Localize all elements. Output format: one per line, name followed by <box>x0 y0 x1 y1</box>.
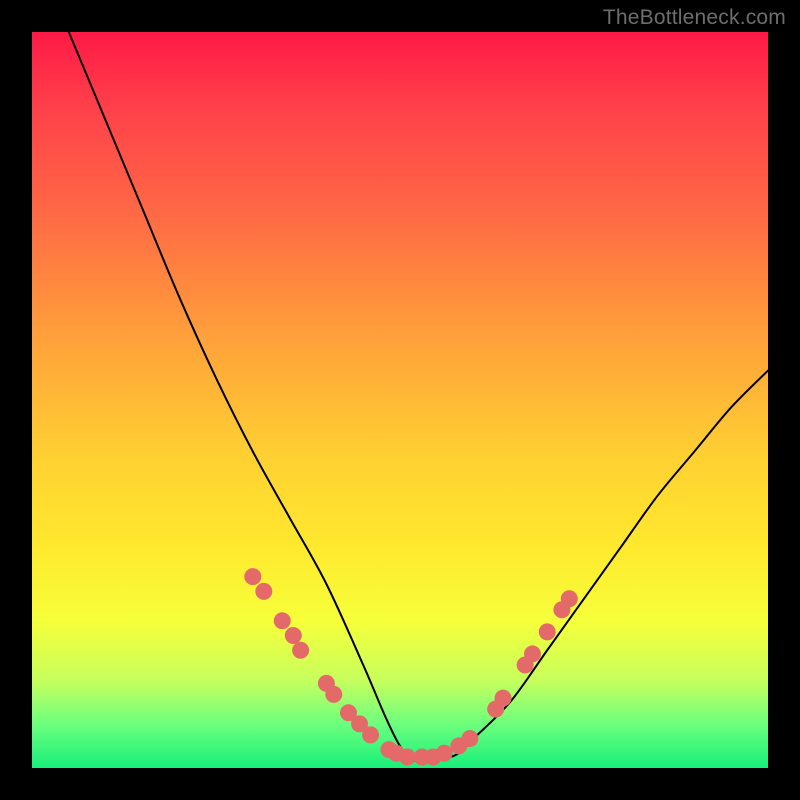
marker-dot <box>362 726 379 743</box>
watermark-text: TheBottleneck.com <box>603 6 786 30</box>
marker-dot <box>292 642 309 659</box>
chart-plot-area <box>32 32 768 768</box>
marker-dot <box>461 730 478 747</box>
bottleneck-curve <box>69 32 768 762</box>
marker-dot <box>561 590 578 607</box>
marker-dot <box>274 612 291 629</box>
marker-dot <box>539 623 556 640</box>
marker-dot <box>244 568 261 585</box>
marker-dot <box>399 748 416 765</box>
chart-svg <box>32 32 768 768</box>
marker-dot <box>255 583 272 600</box>
marker-dot <box>436 745 453 762</box>
marker-dot <box>285 627 302 644</box>
marker-dot <box>495 690 512 707</box>
marker-dot <box>524 645 541 662</box>
chart-frame: TheBottleneck.com <box>0 0 800 800</box>
marker-dot <box>325 686 342 703</box>
marker-group <box>244 568 577 765</box>
